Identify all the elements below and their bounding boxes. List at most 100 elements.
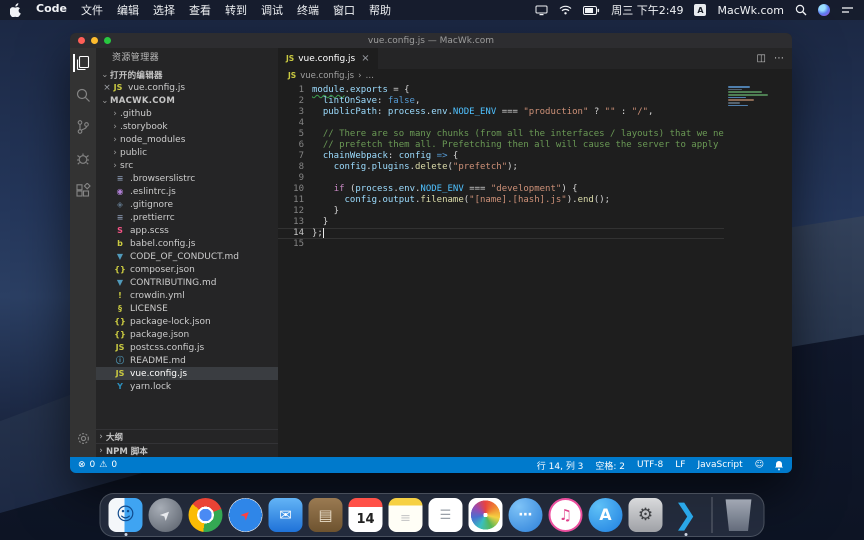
code-line[interactable]: 3 publicPath: process.env.NODE_ENV === "… xyxy=(278,107,792,118)
line-number[interactable]: 10 xyxy=(278,184,304,195)
wifi-icon[interactable] xyxy=(559,5,572,15)
code-line[interactable]: 9 xyxy=(278,173,792,184)
status-item-5[interactable]: JavaScript xyxy=(697,460,742,470)
debug-icon[interactable] xyxy=(74,150,92,168)
tree-folder[interactable]: ›.github xyxy=(96,107,278,120)
notification-center-icon[interactable] xyxy=(841,5,854,15)
line-number[interactable]: 1 xyxy=(278,85,304,96)
menu-item-4[interactable]: 选择 xyxy=(153,2,175,18)
problems-indicator[interactable]: ⊗ 0 ⚠ 0 xyxy=(78,460,117,470)
extensions-icon[interactable] xyxy=(74,182,92,200)
breadcrumb-more[interactable]: … xyxy=(365,71,374,81)
tree-file[interactable]: ≡.prettierrc xyxy=(96,211,278,224)
code-editor[interactable]: 1module.exports = {2 lintOnSave: false,3… xyxy=(278,82,792,457)
line-number[interactable]: 15 xyxy=(278,239,304,250)
code-line[interactable]: 2 lintOnSave: false, xyxy=(278,96,792,107)
tree-file[interactable]: {}composer.json xyxy=(96,263,278,276)
line-number[interactable]: 9 xyxy=(278,173,304,184)
code-line[interactable]: 1module.exports = { xyxy=(278,85,792,96)
dock-vscode[interactable]: ❯ xyxy=(669,498,703,532)
tree-file[interactable]: Yyarn.lock xyxy=(96,380,278,393)
menu-item-3[interactable]: 编辑 xyxy=(117,2,139,18)
dock-reminders[interactable]: ☰ xyxy=(429,498,463,532)
minimap[interactable] xyxy=(724,82,792,457)
code-line[interactable]: 6 // prefetch them all. Prefetching then… xyxy=(278,140,792,151)
dock-contacts[interactable]: ▤ xyxy=(309,498,343,532)
code-line[interactable]: 10 if (process.env.NODE_ENV === "develop… xyxy=(278,184,792,195)
code-line[interactable]: 11 config.output.filename("[name].[hash]… xyxy=(278,195,792,206)
line-number[interactable]: 8 xyxy=(278,162,304,173)
code-line[interactable]: 7 chainWebpack: config => { xyxy=(278,151,792,162)
tree-file[interactable]: ⓘREADME.md xyxy=(96,354,278,367)
zoom-window-button[interactable] xyxy=(104,37,111,44)
close-editor-icon[interactable]: × xyxy=(102,83,112,93)
line-number[interactable]: 12 xyxy=(278,206,304,217)
tree-file[interactable]: ◉.eslintrc.js xyxy=(96,185,278,198)
dock-messages[interactable]: ⋯ xyxy=(509,498,543,532)
menu-item-2[interactable]: 文件 xyxy=(81,2,103,18)
split-editor-icon[interactable]: ◫ xyxy=(757,53,766,64)
line-number[interactable]: 2 xyxy=(278,96,304,107)
breadcrumb-file[interactable]: vue.config.js xyxy=(300,71,354,81)
menu-item-8[interactable]: 终端 xyxy=(297,2,319,18)
notifications-bell-icon[interactable] xyxy=(774,460,784,471)
tree-file[interactable]: JSpostcss.config.js xyxy=(96,341,278,354)
dock-itunes[interactable]: ♫ xyxy=(549,498,583,532)
line-number[interactable]: 11 xyxy=(278,195,304,206)
menu-item-10[interactable]: 帮助 xyxy=(369,2,391,18)
tree-file[interactable]: bbabel.config.js xyxy=(96,237,278,250)
status-item-4[interactable]: LF xyxy=(675,460,685,470)
tree-file[interactable]: {}package.json xyxy=(96,328,278,341)
input-method-icon[interactable]: A xyxy=(694,4,706,16)
code-line[interactable]: 12 } xyxy=(278,206,792,217)
dock-calendar[interactable]: 14 xyxy=(349,498,383,532)
search-icon[interactable] xyxy=(74,86,92,104)
dock-trash[interactable] xyxy=(722,498,756,532)
project-root-section[interactable]: ⌄ MACWK.COM xyxy=(96,94,278,107)
dock-launchpad[interactable]: ➤ xyxy=(149,498,183,532)
menu-item-6[interactable]: 转到 xyxy=(225,2,247,18)
line-number[interactable]: 4 xyxy=(278,118,304,129)
line-number[interactable]: 7 xyxy=(278,151,304,162)
line-number[interactable]: 6 xyxy=(278,140,304,151)
dock-chrome[interactable] xyxy=(189,498,223,532)
code-line[interactable]: 15 xyxy=(278,239,792,250)
line-number[interactable]: 14 xyxy=(278,228,304,239)
tree-file[interactable]: §LICENSE xyxy=(96,302,278,315)
settings-gear-icon[interactable] xyxy=(74,429,92,447)
code-line[interactable]: 14}; xyxy=(278,228,792,239)
tree-file[interactable]: Sapp.scss xyxy=(96,224,278,237)
code-line[interactable]: 4 xyxy=(278,118,792,129)
open-editor-item[interactable]: × JS vue.config.js xyxy=(96,81,278,94)
tree-file[interactable]: {}package-lock.json xyxy=(96,315,278,328)
minimize-window-button[interactable] xyxy=(91,37,98,44)
tree-file[interactable]: ≡.browserslistrc xyxy=(96,172,278,185)
tree-file[interactable]: ◈.gitignore xyxy=(96,198,278,211)
siri-icon[interactable] xyxy=(818,4,830,16)
line-number[interactable]: 3 xyxy=(278,107,304,118)
dock-settings[interactable]: ⚙ xyxy=(629,498,663,532)
dock-photos[interactable] xyxy=(469,498,503,532)
tree-file[interactable]: JSvue.config.js xyxy=(96,367,278,380)
sidebar-section-1[interactable]: ›大纲 xyxy=(96,429,278,443)
window-title-bar[interactable]: vue.config.js — MacWk.com xyxy=(70,33,792,48)
tree-folder[interactable]: ›public xyxy=(96,146,278,159)
tree-folder[interactable]: ›src xyxy=(96,159,278,172)
tree-file[interactable]: ▼CONTRIBUTING.md xyxy=(96,276,278,289)
menu-item-7[interactable]: 调试 xyxy=(261,2,283,18)
close-tab-icon[interactable]: × xyxy=(361,53,369,64)
menu-bar-clock[interactable]: 周三 下午2:49 xyxy=(611,2,683,18)
line-number[interactable]: 13 xyxy=(278,217,304,228)
apple-menu[interactable] xyxy=(10,3,22,17)
more-actions-icon[interactable]: ⋯ xyxy=(774,53,784,64)
line-number[interactable]: 5 xyxy=(278,129,304,140)
menu-item-1[interactable]: Code xyxy=(36,2,67,18)
code-line[interactable]: 5 // There are so many chunks (from all … xyxy=(278,129,792,140)
tree-folder[interactable]: ›.storybook xyxy=(96,120,278,133)
tree-file[interactable]: ▼CODE_OF_CONDUCT.md xyxy=(96,250,278,263)
display-icon[interactable] xyxy=(535,5,548,16)
open-editors-section[interactable]: ⌄ 打开的编辑器 xyxy=(96,68,278,81)
menu-item-9[interactable]: 窗口 xyxy=(333,2,355,18)
sidebar-section-2[interactable]: ›NPM 脚本 xyxy=(96,443,278,457)
tab-vue-config-js[interactable]: JS vue.config.js × xyxy=(278,48,378,69)
